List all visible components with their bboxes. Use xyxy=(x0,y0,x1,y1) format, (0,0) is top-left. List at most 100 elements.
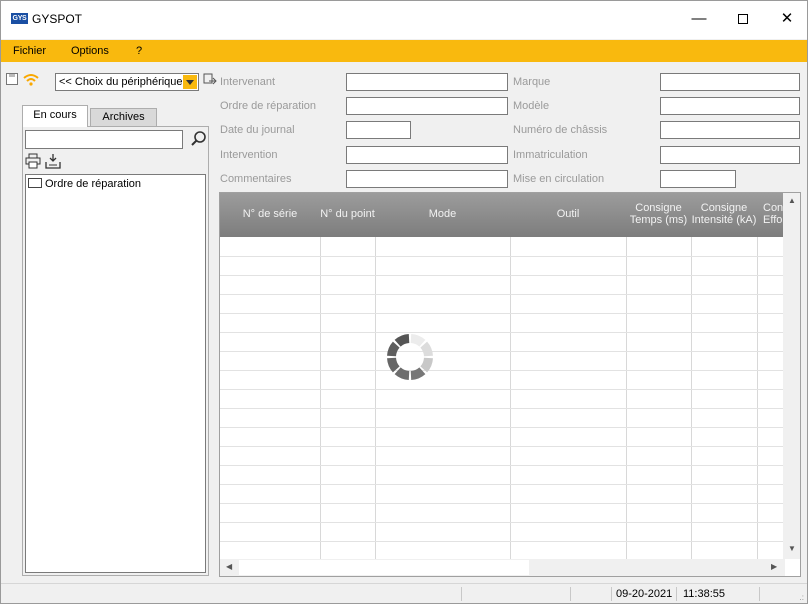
spinner-segment xyxy=(410,367,426,380)
scroll-right-icon[interactable]: ▶ xyxy=(771,563,777,571)
label-date-journal: Date du journal xyxy=(220,124,295,136)
scroll-left-icon[interactable]: ◀ xyxy=(226,563,232,571)
folder-icon xyxy=(28,178,42,189)
menu-bar: Fichier Options ? xyxy=(1,40,807,62)
marque-field[interactable] xyxy=(660,73,800,91)
menu-fichier[interactable]: Fichier xyxy=(13,45,46,57)
tree-item[interactable]: Ordre de réparation xyxy=(28,178,141,190)
spinner-segment xyxy=(410,334,426,347)
col-outil[interactable]: Outil xyxy=(510,193,626,237)
grid-column-line xyxy=(320,237,321,559)
label-intervention: Intervention xyxy=(220,149,278,161)
status-time: 11:38:55 xyxy=(683,588,726,600)
maximize-button[interactable] xyxy=(721,1,765,39)
grid-row-line xyxy=(220,484,785,485)
app-logo-icon: GYS xyxy=(11,13,28,24)
vertical-scrollbar[interactable]: ▲ ▼ xyxy=(783,193,800,559)
grid-column-line xyxy=(757,237,758,559)
grid-row-line xyxy=(220,351,785,352)
tab-archives[interactable]: Archives xyxy=(90,108,157,127)
label-marque: Marque xyxy=(513,76,551,88)
label-intervenant: Intervenant xyxy=(220,76,276,88)
status-date: 09-20-2021 xyxy=(616,588,673,600)
grid-row-line xyxy=(220,332,785,333)
spinner-segment xyxy=(394,334,410,347)
col-mode[interactable]: Mode xyxy=(375,193,510,237)
device-select-value: << Choix du périphérique xyxy=(59,76,183,88)
grid-row-line xyxy=(220,522,785,523)
label-ordre-reparation: Ordre de réparation xyxy=(220,100,316,112)
col-numero-serie[interactable]: N° de série xyxy=(220,193,320,237)
minimize-button[interactable]: — xyxy=(677,1,721,39)
grid-row-line xyxy=(220,541,785,542)
grid-row-line xyxy=(220,427,785,428)
col-numero-point[interactable]: N° du point xyxy=(320,193,375,237)
intervention-field[interactable] xyxy=(346,146,508,164)
col-consigne-temps[interactable]: Consigne Temps (ms) xyxy=(626,193,691,237)
intervenant-field[interactable] xyxy=(346,73,508,91)
tree-item-label: Ordre de réparation xyxy=(45,178,141,190)
label-mise-circulation: Mise en circulation xyxy=(513,173,605,185)
menu-help[interactable]: ? xyxy=(136,45,142,57)
repair-order-tree[interactable]: Ordre de réparation xyxy=(25,174,206,573)
save-icon[interactable] xyxy=(5,73,19,87)
horizontal-scrollbar[interactable]: ◀ ▶ xyxy=(220,559,785,576)
status-separator xyxy=(676,587,677,601)
search-icon[interactable] xyxy=(190,130,208,148)
close-button[interactable]: ✕ xyxy=(765,1,808,39)
status-separator xyxy=(611,587,612,601)
ordre-reparation-field[interactable] xyxy=(346,97,508,115)
tab-en-cours[interactable]: En cours xyxy=(22,105,88,127)
horizontal-scroll-thumb[interactable] xyxy=(239,560,529,575)
grid-row-line xyxy=(220,389,785,390)
measurements-grid[interactable]: N° de série N° du point Mode Outil Consi… xyxy=(219,192,801,577)
tab-panel: Ordre de réparation xyxy=(22,126,209,576)
status-separator xyxy=(461,587,462,601)
spinner-segment xyxy=(394,367,410,380)
app-window: GYS GYSPOT — ✕ Fichier Options ? << Choi… xyxy=(0,0,808,604)
grid-row-line xyxy=(220,256,785,257)
grid-column-line xyxy=(375,237,376,559)
scroll-up-icon[interactable]: ▲ xyxy=(788,197,796,205)
status-separator xyxy=(570,587,571,601)
grid-row-line xyxy=(220,370,785,371)
grid-column-line xyxy=(626,237,627,559)
window-title: GYSPOT xyxy=(32,12,83,26)
label-immatriculation: Immatriculation xyxy=(513,149,588,161)
export-icon[interactable] xyxy=(45,153,61,169)
grid-row-line xyxy=(220,275,785,276)
mise-circulation-field[interactable] xyxy=(660,170,736,188)
immatriculation-field[interactable] xyxy=(660,146,800,164)
modele-field[interactable] xyxy=(660,97,800,115)
wifi-icon[interactable] xyxy=(23,73,39,87)
scroll-down-icon[interactable]: ▼ xyxy=(788,545,796,553)
connect-device-icon[interactable] xyxy=(203,73,217,87)
device-select[interactable]: << Choix du périphérique xyxy=(55,73,199,91)
spinner-segment xyxy=(387,341,400,357)
search-input[interactable] xyxy=(25,130,183,149)
menu-options[interactable]: Options xyxy=(71,45,109,57)
print-icon[interactable] xyxy=(25,153,41,169)
maximize-icon xyxy=(738,14,748,25)
numero-chassis-field[interactable] xyxy=(660,121,800,139)
title-bar[interactable]: GYS GYSPOT — ✕ xyxy=(1,1,807,39)
col-consigne-intensite[interactable]: Consigne Intensité (kA) xyxy=(691,193,757,237)
label-commentaires: Commentaires xyxy=(220,173,292,185)
grid-header: N° de série N° du point Mode Outil Consi… xyxy=(220,193,785,237)
loading-spinner-icon xyxy=(378,325,442,389)
commentaires-field[interactable] xyxy=(346,170,508,188)
col-consigne-effort[interactable]: Con Effor xyxy=(757,193,785,237)
date-journal-field[interactable] xyxy=(346,121,411,139)
grid-row-line xyxy=(220,446,785,447)
grid-row-line xyxy=(220,313,785,314)
chevron-down-icon[interactable] xyxy=(183,75,197,89)
spinner-segment xyxy=(387,357,400,373)
device-toolbar: << Choix du périphérique xyxy=(5,71,217,91)
resize-grip-icon[interactable]: .: xyxy=(800,593,804,602)
status-bar: 09-20-2021 11:38:55 .: xyxy=(1,583,807,603)
grid-row-line xyxy=(220,503,785,504)
status-separator xyxy=(759,587,760,601)
spinner-segment xyxy=(420,341,433,357)
grid-row-line xyxy=(220,465,785,466)
label-modele: Modèle xyxy=(513,100,550,112)
